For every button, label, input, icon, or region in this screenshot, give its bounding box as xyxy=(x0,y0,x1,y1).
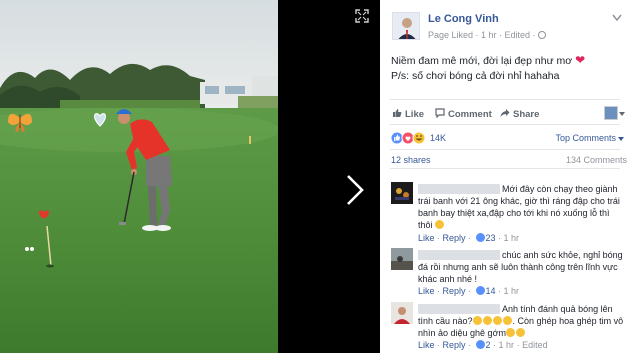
next-photo-arrow-icon[interactable] xyxy=(340,170,370,210)
comment-meta: Like · Reply · 23 · 1 hr xyxy=(418,233,520,243)
share-icon xyxy=(500,109,510,117)
thumbs-up-icon xyxy=(393,109,402,117)
post-meta-text: Page Liked · 1 hr · Edited · xyxy=(428,30,536,40)
share-button[interactable]: Share xyxy=(500,108,539,120)
comment-text: chúc anh sức khỏe, nghỉ bóng đá rồi nhưn… xyxy=(418,250,623,284)
like-badge-icon xyxy=(475,233,485,242)
comment-reply-link[interactable]: Reply xyxy=(443,233,466,243)
comment-edited: Edited xyxy=(522,340,548,350)
post-actions: Like Comment Share xyxy=(380,100,630,124)
comment-like-count[interactable]: 23 xyxy=(486,233,496,243)
like-button[interactable]: Like xyxy=(392,108,424,120)
comment-button[interactable]: Comment xyxy=(435,108,492,120)
laughing-emoji-icon xyxy=(502,316,512,325)
laughing-emoji-icon xyxy=(505,328,515,337)
post-header: Le Cong Vinh Page Liked · 1 hr · Edited … xyxy=(380,0,630,47)
caret-down-icon[interactable] xyxy=(619,112,625,116)
comment-time: 1 hr xyxy=(498,340,515,350)
comment-text: Mới đây còn chạy theo giành trái banh vớ… xyxy=(418,184,620,230)
like-badge-icon xyxy=(475,286,485,295)
post-text: Niềm đam mê mới, đời lại đẹp như mơ ❤ P/… xyxy=(380,47,630,99)
share-as-avatar[interactable] xyxy=(604,106,618,120)
laughing-emoji-icon xyxy=(472,316,482,325)
comment-meta: Like · Reply · 2 · 1 hr · Edited xyxy=(418,340,548,350)
reaction-count[interactable]: 14K xyxy=(430,133,446,143)
comment-icon xyxy=(435,108,445,118)
share-comment-counts: 12 shares 134 Comments xyxy=(380,150,630,168)
laughing-emoji-icon xyxy=(492,316,502,325)
post-panel: Le Cong Vinh Page Liked · 1 hr · Edited … xyxy=(380,0,630,353)
comment-text: Anh tính đánh quả bóng lên tình cầu nào?… xyxy=(418,304,624,338)
post-text-line1: Niềm đam mê mới, đời lại đẹp như mơ ❤ xyxy=(391,53,586,67)
author-name[interactable]: Le Cong Vinh xyxy=(428,13,499,25)
commenter-avatar[interactable] xyxy=(391,302,413,324)
heart-emoji-icon: ❤ xyxy=(575,53,586,67)
comment-like-count[interactable]: 2 xyxy=(486,340,491,350)
post-meta: Page Liked · 1 hr · Edited · xyxy=(428,30,546,40)
caret-down-icon[interactable] xyxy=(618,137,624,141)
comment-like-count[interactable]: 14 xyxy=(486,286,496,296)
globe-icon xyxy=(537,31,546,39)
reaction-icons[interactable] xyxy=(390,131,430,145)
comment-time: 1 hr xyxy=(503,233,520,243)
post-photo xyxy=(0,0,278,353)
top-comments-dropdown[interactable]: Top Comments xyxy=(555,133,616,143)
comment-reply-link[interactable]: Reply xyxy=(443,340,466,350)
reactions-bar: 14K Top Comments xyxy=(380,125,630,149)
author-avatar[interactable] xyxy=(392,12,420,40)
comment-reply-link[interactable]: Reply xyxy=(443,286,466,296)
comment-time: 1 hr xyxy=(503,286,520,296)
comment-like-link[interactable]: Like xyxy=(418,233,435,243)
shares-link[interactable]: 12 shares xyxy=(391,155,431,165)
comment-like-link[interactable]: Like xyxy=(418,286,435,296)
laughing-emoji-icon xyxy=(515,328,525,337)
comment-like-link[interactable]: Like xyxy=(418,340,435,350)
like-badge-icon xyxy=(475,340,485,349)
comments-count[interactable]: 134 Comments xyxy=(566,155,627,165)
divider xyxy=(390,168,620,169)
laughing-emoji-icon xyxy=(435,220,445,229)
post-text-line2: P/s: số chơi bóng cả đời nhỉ hahaha xyxy=(391,70,560,82)
comment-meta: Like · Reply · 14 · 1 hr xyxy=(418,286,520,296)
fullscreen-icon[interactable] xyxy=(355,9,369,23)
commenter-avatar[interactable] xyxy=(391,248,413,270)
chevron-down-icon[interactable] xyxy=(612,14,622,22)
commenter-avatar[interactable] xyxy=(391,182,413,204)
laughing-emoji-icon xyxy=(482,316,492,325)
